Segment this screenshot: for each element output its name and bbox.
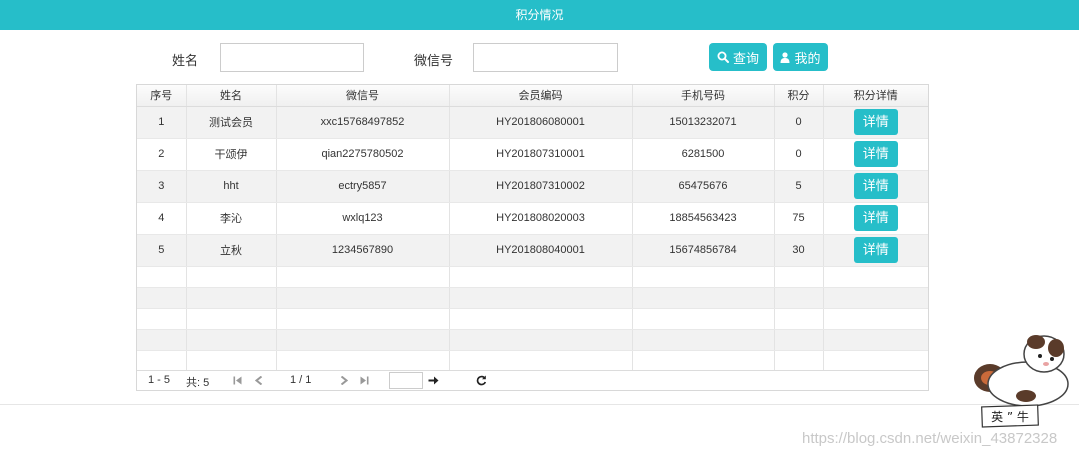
table-row[interactable]: 3 hht ectry5857 HY201807310002 65475676 …	[137, 170, 928, 203]
cell-wechat: qian2275780502	[276, 138, 450, 171]
cell-wechat: 1234567890	[276, 234, 450, 267]
cell-name: 李沁	[186, 202, 277, 235]
wechat-label: 微信号	[414, 53, 454, 68]
cell-code: HY201808020003	[449, 202, 633, 235]
cell-code: HY201806080001	[449, 106, 633, 139]
column-header[interactable]: 姓名	[186, 85, 277, 107]
cell-phone: 18854563423	[632, 202, 775, 235]
cell-name: hht	[186, 170, 277, 203]
cell-no: 2	[137, 138, 187, 171]
refresh-icon[interactable]	[476, 375, 487, 386]
detail-button[interactable]: 详情	[853, 237, 898, 263]
cell-detail: 详情	[823, 234, 928, 267]
empty-row	[137, 266, 928, 288]
cell-wechat: xxc15768497852	[276, 106, 450, 139]
column-header[interactable]: 会员编码	[449, 85, 633, 107]
mine-button-label: 我的	[794, 50, 821, 66]
table-row[interactable]: 1 测试会员 xxc15768497852 HY201806080001 150…	[137, 106, 928, 139]
mine-button[interactable]: 我的	[773, 43, 828, 71]
search-bar: 姓名 微信号 查询 我的	[0, 42, 1079, 74]
detail-button[interactable]: 详情	[853, 173, 898, 199]
cell-code: HY201807310002	[449, 170, 633, 203]
cell-no: 1	[137, 106, 187, 139]
empty-row	[137, 350, 928, 372]
name-input[interactable]	[220, 43, 364, 72]
cell-wechat: wxlq123	[276, 202, 450, 235]
first-page-icon[interactable]	[233, 376, 242, 385]
table-row[interactable]: 2 干颂伊 qian2275780502 HY201807310001 6281…	[137, 138, 928, 171]
empty-row	[137, 308, 928, 330]
watermark-text: https://blog.csdn.net/weixin_43872328	[802, 430, 1058, 447]
cell-phone: 65475676	[632, 170, 775, 203]
cell-points: 0	[774, 138, 824, 171]
column-header[interactable]: 积分	[774, 85, 824, 107]
search-icon	[717, 51, 729, 63]
go-arrow-icon[interactable]	[428, 376, 439, 385]
cell-no: 3	[137, 170, 187, 203]
footer-divider	[0, 404, 1079, 405]
detail-button[interactable]: 详情	[853, 109, 898, 135]
cell-code: HY201808040001	[449, 234, 633, 267]
points-grid: 序号 姓名 微信号 会员编码 手机号码 积分 积分详情 1 测试会员 xxc15…	[136, 84, 929, 391]
record-total: 共: 5	[186, 377, 210, 389]
mascot-label: 英 ” 牛	[991, 409, 1029, 424]
page-title: 积分情况	[515, 8, 564, 22]
next-page-icon[interactable]	[340, 376, 348, 385]
points-table: 序号 姓名 微信号 会员编码 手机号码 积分 积分详情 1 测试会员 xxc15…	[137, 85, 928, 372]
wechat-input[interactable]	[473, 43, 618, 72]
column-header[interactable]: 序号	[137, 85, 187, 107]
cell-points: 75	[774, 202, 824, 235]
cell-phone: 6281500	[632, 138, 775, 171]
page-indicator: 1 / 1	[290, 374, 312, 386]
empty-row	[137, 329, 928, 351]
cell-wechat: ectry5857	[276, 170, 450, 203]
query-button[interactable]: 查询	[709, 43, 767, 71]
detail-button[interactable]: 详情	[853, 141, 898, 167]
cell-phone: 15674856784	[632, 234, 775, 267]
cell-detail: 详情	[823, 202, 928, 235]
table-header-row: 序号 姓名 微信号 会员编码 手机号码 积分 积分详情	[137, 85, 928, 107]
cell-detail: 详情	[823, 170, 928, 203]
cell-no: 5	[137, 234, 187, 267]
name-label: 姓名	[172, 53, 199, 68]
column-header[interactable]: 手机号码	[632, 85, 775, 107]
query-button-label: 查询	[732, 50, 759, 66]
table-row[interactable]: 5 立秋 1234567890 HY201808040001 156748567…	[137, 234, 928, 267]
cell-points: 0	[774, 106, 824, 139]
cell-phone: 15013232071	[632, 106, 775, 139]
last-page-icon[interactable]	[360, 376, 369, 385]
cell-no: 4	[137, 202, 187, 235]
mascot-sticker-image: 英 ” 牛	[974, 335, 1069, 428]
empty-row	[137, 287, 928, 309]
detail-button[interactable]: 详情	[853, 205, 898, 231]
prev-page-icon[interactable]	[255, 376, 263, 385]
cell-detail: 详情	[823, 106, 928, 139]
page-header: 积分情况	[0, 0, 1079, 30]
column-header[interactable]: 微信号	[276, 85, 450, 107]
cell-points: 5	[774, 170, 824, 203]
record-range: 1 - 5	[148, 374, 171, 386]
table-row[interactable]: 4 李沁 wxlq123 HY201808020003 18854563423 …	[137, 202, 928, 235]
cell-name: 测试会员	[186, 106, 277, 139]
cell-name: 干颂伊	[186, 138, 277, 171]
cell-code: HY201807310001	[449, 138, 633, 171]
goto-page-input[interactable]	[389, 372, 423, 389]
cell-detail: 详情	[823, 138, 928, 171]
cell-points: 30	[774, 234, 824, 267]
cell-name: 立秋	[186, 234, 277, 267]
user-icon	[780, 51, 790, 63]
column-header[interactable]: 积分详情	[823, 85, 928, 107]
pagination-bar: 1 - 5 共: 5 1 / 1	[137, 370, 928, 390]
